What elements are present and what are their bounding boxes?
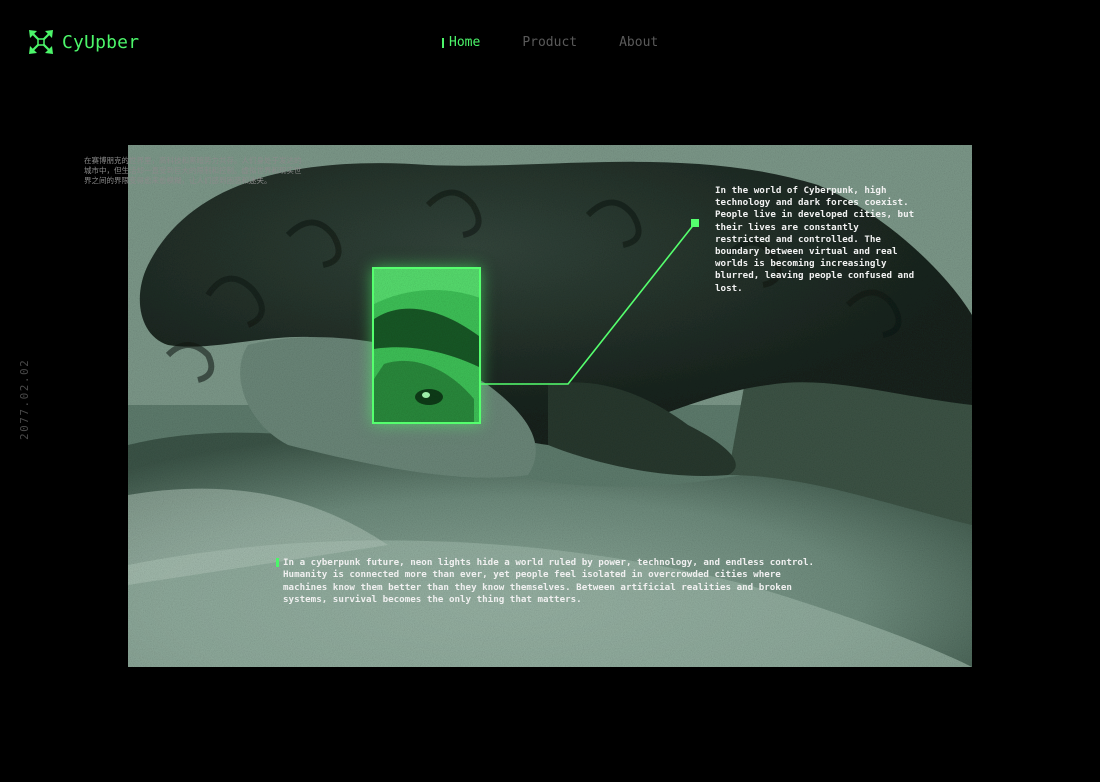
focus-frame[interactable] — [372, 267, 481, 424]
connector-node — [691, 219, 699, 227]
callout-text: In the world of Cyberpunk, high technolo… — [715, 185, 915, 294]
zoomed-eye-graphic — [374, 269, 479, 422]
text-marker — [276, 558, 279, 567]
footer-text: In a cyberpunk future, neon lights hide … — [283, 557, 815, 605]
connector-line — [481, 219, 699, 385]
